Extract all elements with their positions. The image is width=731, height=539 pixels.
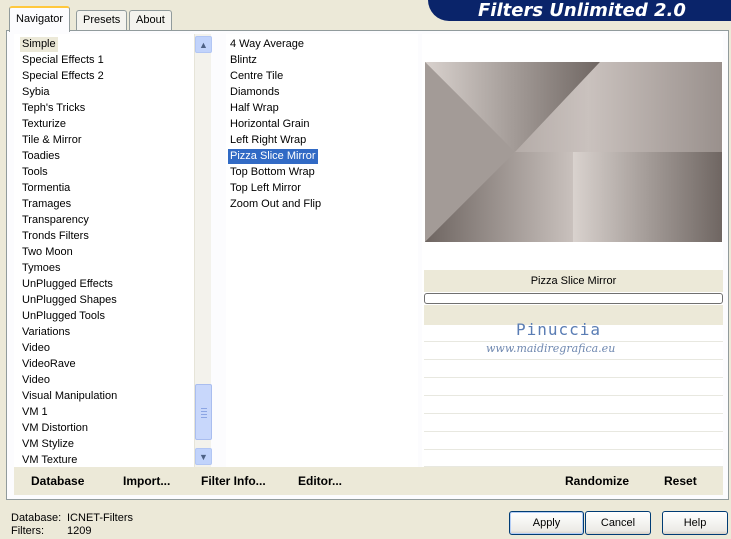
parameter-row[interactable] xyxy=(424,451,723,467)
category-item[interactable]: Sybia xyxy=(20,85,52,100)
category-item[interactable]: UnPlugged Effects xyxy=(20,277,115,292)
filter-item[interactable]: Left Right Wrap xyxy=(228,133,308,148)
scroll-up-button[interactable]: ▲ xyxy=(195,36,212,53)
category-item[interactable]: Variations xyxy=(20,325,72,340)
category-item[interactable]: Simple xyxy=(20,37,58,52)
grip-line xyxy=(201,411,207,412)
category-item[interactable]: Tronds Filters xyxy=(20,229,91,244)
filter-item[interactable]: Top Left Mirror xyxy=(228,181,303,196)
category-item[interactable]: Texturize xyxy=(20,117,68,132)
filter-list[interactable]: 4 Way Average Blintz Centre Tile Diamonds Ha… xyxy=(226,34,418,467)
category-item[interactable]: Tools xyxy=(20,165,50,180)
category-item[interactable]: UnPlugged Shapes xyxy=(20,293,119,308)
grip-line xyxy=(201,414,207,415)
category-item[interactable]: Tormentia xyxy=(20,181,72,196)
filter-item[interactable]: Horizontal Grain xyxy=(228,117,311,132)
filter-item[interactable]: Top Bottom Wrap xyxy=(228,165,317,180)
category-item[interactable]: Video xyxy=(20,341,52,356)
category-item[interactable]: Special Effects 1 xyxy=(20,53,106,68)
database-label: Database: xyxy=(11,512,62,524)
cancel-button[interactable]: Cancel xyxy=(585,511,651,535)
category-item[interactable]: Toadies xyxy=(20,149,62,164)
progress-bar xyxy=(424,293,723,304)
category-item[interactable]: Video xyxy=(20,373,52,388)
watermark-name: Pinuccia xyxy=(516,320,602,339)
tab-presets[interactable]: Presets xyxy=(76,10,128,30)
grip-line xyxy=(201,417,207,418)
scroll-down-button[interactable]: ▼ xyxy=(195,448,212,465)
filter-item[interactable]: Blintz xyxy=(228,53,259,68)
filters-count: 1209 xyxy=(67,525,92,537)
preview-image xyxy=(425,62,722,242)
category-item[interactable]: Two Moon xyxy=(20,245,75,260)
category-item[interactable]: Transparency xyxy=(20,213,91,228)
parameter-row[interactable] xyxy=(424,433,723,450)
filter-item[interactable]: 4 Way Average xyxy=(228,37,306,52)
category-list[interactable]: Simple Special Effects 1 Special Effects 2… xyxy=(14,34,194,467)
category-item[interactable]: Special Effects 2 xyxy=(20,69,106,84)
category-item[interactable]: Tile & Mirror xyxy=(20,133,83,148)
parameter-row[interactable] xyxy=(424,361,723,378)
tab-navigator[interactable]: Navigator xyxy=(9,6,71,32)
randomize-button[interactable]: Randomize xyxy=(565,474,629,488)
database-value: ICNET-Filters xyxy=(67,512,133,524)
category-item[interactable]: VideoRave xyxy=(20,357,78,372)
import-button[interactable]: Import... xyxy=(123,474,170,488)
filter-item[interactable]: Diamonds xyxy=(228,85,282,100)
category-scrollbar[interactable]: ▲ ▼ xyxy=(194,34,212,467)
parameter-row[interactable] xyxy=(424,379,723,396)
database-button[interactable]: Database xyxy=(31,474,84,488)
filter-item[interactable]: Zoom Out and Flip xyxy=(228,197,323,212)
grip-line xyxy=(201,408,207,409)
editor-button[interactable]: Editor... xyxy=(298,474,342,488)
filter-item[interactable]: Centre Tile xyxy=(228,69,285,84)
scroll-thumb[interactable] xyxy=(195,384,212,440)
filters-label: Filters: xyxy=(11,525,44,537)
tab-about[interactable]: About xyxy=(129,10,172,30)
chevron-up-icon: ▲ xyxy=(199,39,208,50)
watermark-site: www.maidiregrafica.eu xyxy=(486,342,616,355)
parameter-row[interactable] xyxy=(424,397,723,414)
category-item[interactable]: Teph's Tricks xyxy=(20,101,87,116)
category-item[interactable]: Tramages xyxy=(20,197,73,212)
preview-filter-name: Pizza Slice Mirror xyxy=(424,270,723,292)
apply-button[interactable]: Apply xyxy=(509,511,584,535)
category-item[interactable]: VM Stylize xyxy=(20,437,76,452)
filter-info-button[interactable]: Filter Info... xyxy=(201,474,266,488)
reset-button[interactable]: Reset xyxy=(664,474,697,488)
category-item[interactable]: Visual Manipulation xyxy=(20,389,119,404)
banner-title: Filters Unlimited 2.0 xyxy=(428,0,731,21)
chevron-down-icon: ▼ xyxy=(199,451,208,462)
filter-item[interactable]: Pizza Slice Mirror xyxy=(228,149,318,164)
parameter-row[interactable] xyxy=(424,415,723,432)
category-item[interactable]: Tymoes xyxy=(20,261,63,276)
category-item[interactable]: VM Texture xyxy=(20,453,79,468)
category-item[interactable]: VM Distortion xyxy=(20,421,90,436)
help-button[interactable]: Help xyxy=(662,511,728,535)
category-item[interactable]: VM 1 xyxy=(20,405,50,420)
filter-item[interactable]: Half Wrap xyxy=(228,101,281,116)
category-item[interactable]: UnPlugged Tools xyxy=(20,309,107,324)
